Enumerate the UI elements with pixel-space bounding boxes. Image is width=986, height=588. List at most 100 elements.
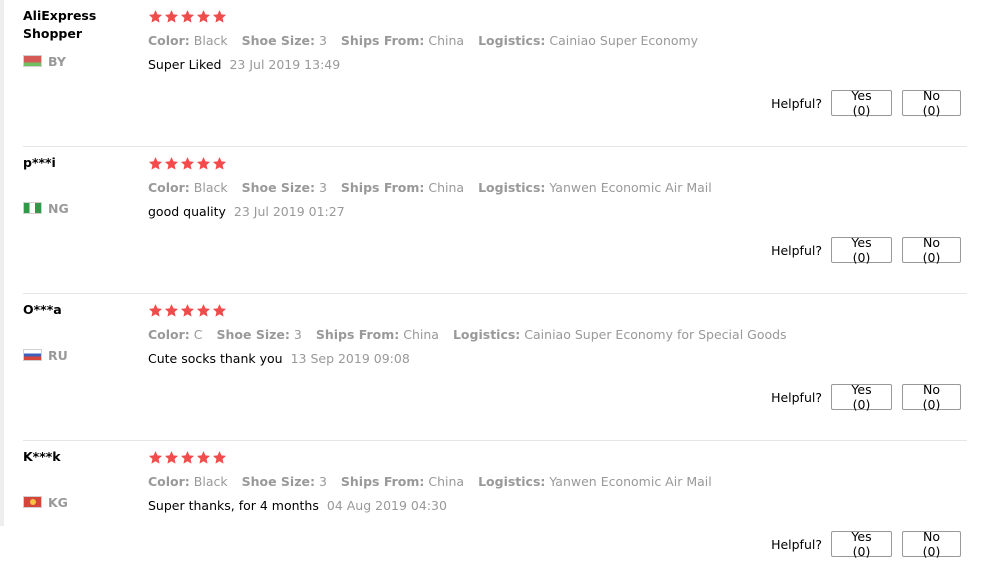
reviewer-name: p***i <box>23 155 56 170</box>
attribute-value: Black <box>193 32 228 48</box>
star-icon <box>212 9 227 23</box>
attribute-value: Black <box>193 473 228 489</box>
sku-attribute: Ships From: China <box>316 327 439 342</box>
reviewer-country: BY <box>23 52 66 70</box>
country-code: RU <box>48 347 68 363</box>
sku-attributes: Color: Black Shoe Size: 3 Ships From: Chin… <box>148 178 712 196</box>
sku-attribute: Logistics: Cainiao Super Economy <box>478 33 698 48</box>
attribute-value: 3 <box>318 32 327 48</box>
review-feedback: good quality 23 Jul 2019 01:27 <box>148 202 345 220</box>
helpful-no-button[interactable]: No (0) <box>902 529 961 559</box>
review-text: Cute socks thank you <box>148 350 283 366</box>
helpful-no-button[interactable]: No (0) <box>902 88 961 118</box>
helpful-yes-button[interactable]: Yes (0) <box>831 88 892 118</box>
star-icon <box>196 303 211 317</box>
attribute-value: China <box>428 179 465 195</box>
country-code: KG <box>48 494 68 510</box>
attribute-value: Cainiao Super Economy <box>549 32 699 48</box>
attribute-label: Logistics: <box>478 32 546 48</box>
helpful-no-button[interactable]: No (0) <box>902 235 961 265</box>
attribute-label: Logistics: <box>478 473 546 489</box>
star-icon <box>180 156 195 170</box>
review-date: 04 Aug 2019 04:30 <box>326 497 447 513</box>
star-icon <box>196 9 211 23</box>
sku-attributes: Color: C Shoe Size: 3 Ships From: China Log… <box>148 325 787 343</box>
review-text: good quality <box>148 203 226 219</box>
helpful-label: Helpful? <box>771 242 822 258</box>
attribute-label: Ships From: <box>340 32 425 48</box>
helpful-yes-button[interactable]: Yes (0) <box>831 235 892 265</box>
helpful-votes: Helpful? Yes (0) No (0) <box>771 529 961 559</box>
sku-attributes: Color: Black Shoe Size: 3 Ships From: Chin… <box>148 472 712 490</box>
star-icon <box>180 9 195 23</box>
star-rating <box>148 448 227 466</box>
attribute-label: Ships From: <box>340 473 425 489</box>
helpful-yes-button[interactable]: Yes (0) <box>831 382 892 412</box>
review-item: p***i NG Color: Black Shoe Size: 3 Ships Fro… <box>0 147 986 294</box>
attribute-value: China <box>428 32 465 48</box>
sku-attributes: Color: Black Shoe Size: 3 Ships From: Chin… <box>148 31 698 49</box>
helpful-yes-button[interactable]: Yes (0) <box>831 529 892 559</box>
reviewer-country: RU <box>23 346 68 364</box>
star-rating <box>148 7 227 25</box>
star-icon <box>148 156 163 170</box>
helpful-votes: Helpful? Yes (0) No (0) <box>771 235 961 265</box>
attribute-value: C <box>193 326 203 342</box>
review-item: AliExpress Shopper BY Color: Black Shoe Siz… <box>0 0 986 147</box>
review-item: K***k KG Color: Black Shoe Size: 3 Ships Fro… <box>0 441 986 588</box>
sku-attribute: Color: C <box>148 327 203 342</box>
star-icon <box>196 156 211 170</box>
sku-attribute: Color: Black <box>148 180 228 195</box>
helpful-votes: Helpful? Yes (0) No (0) <box>771 382 961 412</box>
sku-attribute: Color: Black <box>148 33 228 48</box>
helpful-label: Helpful? <box>771 536 822 552</box>
sku-attribute: Color: Black <box>148 474 228 489</box>
country-flag-icon <box>23 202 42 214</box>
attribute-label: Shoe Size: <box>216 326 290 342</box>
attribute-label: Ships From: <box>315 326 400 342</box>
sku-attribute: Logistics: Yanwen Economic Air Mail <box>478 180 712 195</box>
attribute-label: Shoe Size: <box>241 473 315 489</box>
sku-attribute: Ships From: China <box>341 474 464 489</box>
helpful-label: Helpful? <box>771 389 822 405</box>
attribute-value: Cainiao Super Economy for Special Goods <box>524 326 787 342</box>
reviewer-name: AliExpress Shopper <box>23 8 97 41</box>
country-flag-icon <box>23 55 42 67</box>
review-feedback: Cute socks thank you 13 Sep 2019 09:08 <box>148 349 410 367</box>
helpful-votes: Helpful? Yes (0) No (0) <box>771 88 961 118</box>
reviewer-name: K***k <box>23 449 61 464</box>
star-icon <box>148 9 163 23</box>
star-icon <box>148 303 163 317</box>
attribute-value: 3 <box>318 473 327 489</box>
review-item: O***a RU Color: C Shoe Size: 3 Ships From: C… <box>0 294 986 441</box>
helpful-no-button[interactable]: No (0) <box>902 382 961 412</box>
sku-attribute: Shoe Size: 3 <box>242 180 327 195</box>
star-icon <box>164 9 179 23</box>
review-date: 13 Sep 2019 09:08 <box>290 350 410 366</box>
review-list: AliExpress Shopper BY Color: Black Shoe Siz… <box>0 0 986 559</box>
attribute-label: Shoe Size: <box>241 179 315 195</box>
star-icon <box>180 303 195 317</box>
attribute-value: China <box>403 326 439 342</box>
review-text: Super Liked <box>148 56 222 72</box>
review-feedback: Super Liked 23 Jul 2019 13:49 <box>148 55 340 73</box>
sku-attribute: Ships From: China <box>341 180 464 195</box>
star-icon <box>212 450 227 464</box>
star-icon <box>196 450 211 464</box>
sku-attribute: Logistics: Yanwen Economic Air Mail <box>478 474 712 489</box>
attribute-value: Yanwen Economic Air Mail <box>549 179 712 195</box>
star-icon <box>164 156 179 170</box>
attribute-label: Color: <box>148 473 190 489</box>
star-icon <box>212 156 227 170</box>
reviewer-name: O***a <box>23 302 62 317</box>
country-flag-icon <box>23 349 42 361</box>
review-text: Super thanks, for 4 months <box>148 497 319 513</box>
attribute-label: Shoe Size: <box>241 32 315 48</box>
star-icon <box>164 303 179 317</box>
star-rating <box>148 154 227 172</box>
star-icon <box>148 450 163 464</box>
review-feedback: Super thanks, for 4 months 04 Aug 2019 04… <box>148 496 447 514</box>
star-icon <box>212 303 227 317</box>
attribute-value: Black <box>193 179 228 195</box>
attribute-label: Color: <box>148 326 190 342</box>
